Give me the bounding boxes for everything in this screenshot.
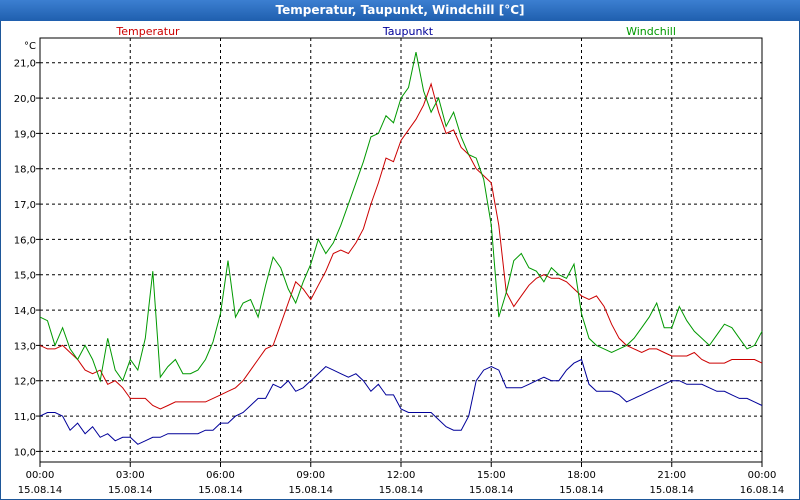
y-tick-label: 20,0: [14, 94, 36, 105]
y-tick-label: 14,0: [14, 306, 36, 317]
x-axis-ticks: 00:00 15.08.14 03:00 15.08.14 06:00 15.08.14 0…: [18, 462, 785, 496]
x-tick-time: 00:00: [26, 470, 55, 481]
x-tick-date: 15.08.14: [198, 485, 243, 496]
legend-temperatur: Temperatur: [115, 25, 180, 38]
y-tick-label: 18,0: [14, 165, 36, 176]
y-axis-ticks: 10,0 11,0 12,0 13,0 14,0 15,0 16,0 17,0 18,0 19,0…: [14, 59, 40, 458]
x-tick-date: 15.08.14: [379, 485, 424, 496]
legend-windchill: Windchill: [626, 25, 676, 38]
x-tick-time: 03:00: [116, 470, 145, 481]
y-tick-label: 21,0: [14, 59, 36, 70]
x-tick-date: 15.08.14: [559, 485, 604, 496]
y-tick-label: 12,0: [14, 377, 36, 388]
x-tick-time: 06:00: [206, 470, 235, 481]
x-tick-time: 18:00: [567, 470, 596, 481]
line-chart: 10,0 11,0 12,0 13,0 14,0 15,0 16,0 17,0 18,0 19,0…: [14, 25, 785, 496]
x-tick-date: 15.08.14: [288, 485, 333, 496]
y-tick-label: 10,0: [14, 447, 36, 458]
y-tick-label: 17,0: [14, 200, 36, 211]
y-axis-unit: °C: [24, 41, 36, 52]
y-tick-label: 11,0: [14, 412, 36, 423]
legend: Temperatur Taupunkt Windchill: [115, 25, 676, 38]
x-tick-date: 15.08.14: [649, 485, 694, 496]
y-tick-label: 13,0: [14, 341, 36, 352]
x-tick-date: 15.08.14: [469, 485, 514, 496]
x-tick-time: 21:00: [657, 470, 686, 481]
legend-taupunkt: Taupunkt: [382, 25, 434, 38]
x-tick-time: 12:00: [387, 470, 416, 481]
y-tick-label: 19,0: [14, 129, 36, 140]
x-tick-date: 15.08.14: [108, 485, 153, 496]
y-tick-label: 16,0: [14, 235, 36, 246]
x-tick-time: 09:00: [296, 470, 325, 481]
y-tick-label: 15,0: [14, 271, 36, 282]
x-tick-time: 15:00: [477, 470, 506, 481]
x-tick-date: 15.08.14: [18, 485, 63, 496]
x-tick-date: 16.08.14: [740, 485, 785, 496]
x-tick-time: 00:00: [748, 470, 777, 481]
